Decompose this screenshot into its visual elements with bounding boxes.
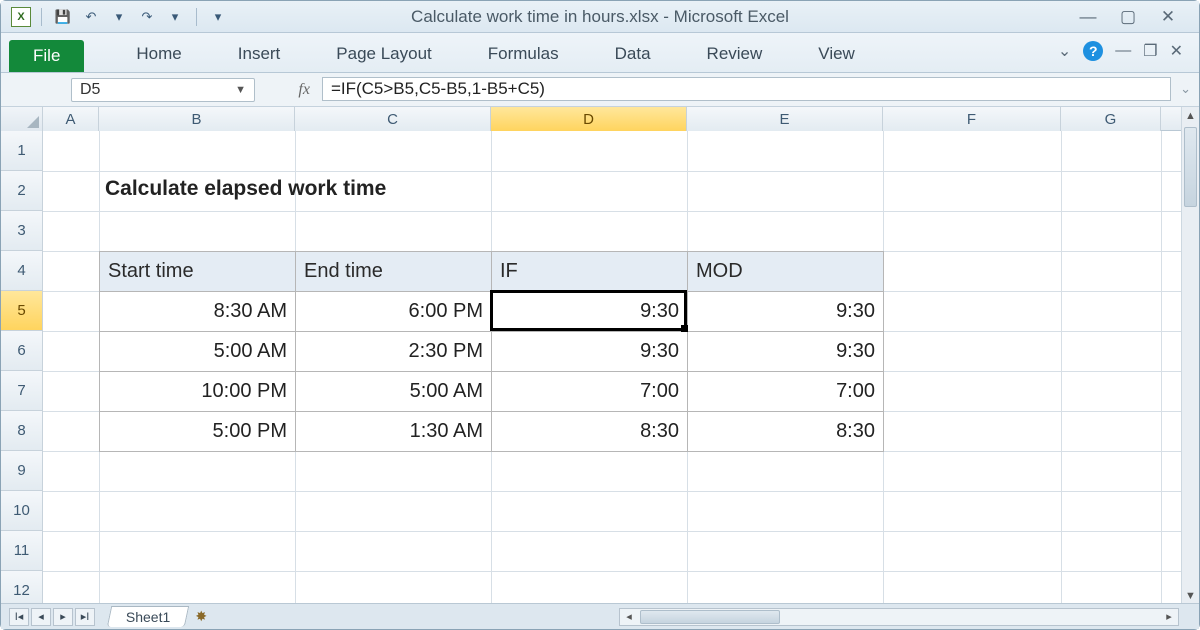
sheet-tab[interactable]: Sheet1 [107, 606, 190, 627]
table-header[interactable]: Start time [100, 252, 296, 292]
name-box-dropdown-icon[interactable]: ▼ [235, 84, 246, 96]
column-header-D[interactable]: D [491, 107, 687, 131]
cell-C8[interactable]: 1:30 AM [296, 412, 492, 452]
tab-formulas[interactable]: Formulas [460, 44, 587, 72]
row-header-8[interactable]: 8 [1, 411, 43, 451]
cell-B5[interactable]: 8:30 AM [100, 292, 296, 332]
cell-B7[interactable]: 10:00 PM [100, 372, 296, 412]
maximize-icon[interactable]: ▢ [1117, 7, 1139, 27]
tab-data[interactable]: Data [587, 44, 679, 72]
redo-icon[interactable]: ↷ [136, 6, 158, 28]
cell-D8[interactable]: 8:30 [492, 412, 688, 452]
qat-separator [41, 8, 42, 26]
cell-D6[interactable]: 9:30 [492, 332, 688, 372]
tab-insert[interactable]: Insert [210, 44, 309, 72]
row-header-7[interactable]: 7 [1, 371, 43, 411]
ribbon-minimize-icon[interactable]: ⌄ [1058, 41, 1071, 61]
sheet-nav-prev-icon[interactable]: ◂ [31, 608, 51, 626]
cell-B8[interactable]: 5:00 PM [100, 412, 296, 452]
cell-D5[interactable]: 9:30 [492, 292, 688, 332]
sheet-title-text: Calculate elapsed work time [105, 177, 386, 201]
cell-E5[interactable]: 9:30 [688, 292, 884, 332]
column-header-C[interactable]: C [295, 107, 491, 131]
column-header-B[interactable]: B [99, 107, 295, 131]
redo-dropdown-icon[interactable]: ▾ [164, 6, 186, 28]
cell-E6[interactable]: 9:30 [688, 332, 884, 372]
window-controls: — ▢ ✕ [1077, 7, 1199, 27]
worksheet-grid[interactable]: ABCDEFG 123456789101112 Calculate elapse… [1, 107, 1199, 605]
vertical-scrollbar[interactable]: ▲ ▼ [1181, 107, 1199, 605]
horizontal-scrollbar[interactable]: ◂ ▸ [619, 608, 1179, 626]
title-bar: X 💾 ↶ ▾ ↷ ▾ ▾ Calculate work time in hou… [1, 1, 1199, 33]
table-header[interactable]: MOD [688, 252, 884, 292]
cell-E7[interactable]: 7:00 [688, 372, 884, 412]
tab-review[interactable]: Review [679, 44, 791, 72]
tab-view[interactable]: View [790, 44, 883, 72]
excel-icon: X [11, 7, 31, 27]
cell-D7[interactable]: 7:00 [492, 372, 688, 412]
row-header-6[interactable]: 6 [1, 331, 43, 371]
workbook-close-icon[interactable]: ✕ [1170, 41, 1183, 61]
row-header-10[interactable]: 10 [1, 491, 43, 531]
row-header-2[interactable]: 2 [1, 171, 43, 211]
row-header-11[interactable]: 11 [1, 531, 43, 571]
tab-home[interactable]: Home [108, 44, 209, 72]
close-icon[interactable]: ✕ [1157, 7, 1179, 27]
formula-bar-expand-icon[interactable]: ⌄ [1180, 81, 1191, 97]
table-row: 8:30 AM6:00 PM9:309:30 [100, 292, 884, 332]
qat-customize-icon[interactable]: ▾ [207, 6, 229, 28]
column-header-G[interactable]: G [1061, 107, 1161, 131]
data-table: Start timeEnd timeIFMOD8:30 AM6:00 PM9:3… [99, 251, 884, 452]
row-header-12[interactable]: 12 [1, 571, 43, 605]
cell-B6[interactable]: 5:00 AM [100, 332, 296, 372]
name-box[interactable]: D5 ▼ [71, 78, 255, 102]
formula-bar: D5 ▼ ✕ fx =IF(C5>B5,C5-B5,1-B5+C5) [1, 73, 1199, 107]
help-icon[interactable]: ? [1083, 41, 1103, 61]
sheet-nav-last-icon[interactable]: ▸I [75, 608, 95, 626]
row-header-1[interactable]: 1 [1, 131, 43, 171]
table-row: 10:00 PM5:00 AM7:007:00 [100, 372, 884, 412]
row-header-3[interactable]: 3 [1, 211, 43, 251]
sheet-nav-next-icon[interactable]: ▸ [53, 608, 73, 626]
column-header-E[interactable]: E [687, 107, 883, 131]
row-header-4[interactable]: 4 [1, 251, 43, 291]
horizontal-scroll-thumb[interactable] [640, 610, 780, 624]
workbook-restore-icon[interactable]: ❐ [1143, 41, 1157, 61]
file-tab[interactable]: File [9, 40, 84, 72]
vertical-scroll-thumb[interactable] [1184, 127, 1197, 207]
quick-access-toolbar: X 💾 ↶ ▾ ↷ ▾ ▾ [1, 6, 229, 28]
cell-E8[interactable]: 8:30 [688, 412, 884, 452]
formula-text: =IF(C5>B5,C5-B5,1-B5+C5) [331, 79, 545, 99]
minimize-icon[interactable]: — [1077, 7, 1099, 27]
cell-C5[interactable]: 6:00 PM [296, 292, 492, 332]
new-sheet-icon[interactable]: ✸ [195, 608, 207, 625]
sheet-nav-first-icon[interactable]: I◂ [9, 608, 29, 626]
cell-C6[interactable]: 2:30 PM [296, 332, 492, 372]
qat-separator [196, 8, 197, 26]
tab-page-layout[interactable]: Page Layout [308, 44, 459, 72]
scroll-left-icon[interactable]: ◂ [620, 610, 638, 623]
scroll-right-icon[interactable]: ▸ [1160, 610, 1178, 623]
table-header[interactable]: IF [492, 252, 688, 292]
workbook-minimize-icon[interactable]: — [1115, 42, 1131, 60]
select-all-cell[interactable] [1, 107, 43, 131]
save-icon[interactable]: 💾 [52, 6, 74, 28]
table-row: 5:00 AM2:30 PM9:309:30 [100, 332, 884, 372]
table-header[interactable]: End time [296, 252, 492, 292]
undo-icon[interactable]: ↶ [80, 6, 102, 28]
name-box-value: D5 [80, 81, 100, 99]
ribbon: File Home Insert Page Layout Formulas Da… [1, 33, 1199, 73]
formula-input[interactable]: =IF(C5>B5,C5-B5,1-B5+C5) [322, 77, 1171, 101]
row-header-5[interactable]: 5 [1, 291, 43, 331]
sheet-tab-bar: I◂ ◂ ▸ ▸I Sheet1 ✸ ◂ ▸ [1, 603, 1199, 629]
column-header-F[interactable]: F [883, 107, 1061, 131]
scroll-up-icon[interactable]: ▲ [1182, 107, 1199, 125]
cell-C7[interactable]: 5:00 AM [296, 372, 492, 412]
fx-icon[interactable]: fx [298, 81, 310, 99]
sheet-tab-label: Sheet1 [126, 609, 170, 625]
row-header-9[interactable]: 9 [1, 451, 43, 491]
table-row: 5:00 PM1:30 AM8:308:30 [100, 412, 884, 452]
column-header-A[interactable]: A [43, 107, 99, 131]
undo-dropdown-icon[interactable]: ▾ [108, 6, 130, 28]
